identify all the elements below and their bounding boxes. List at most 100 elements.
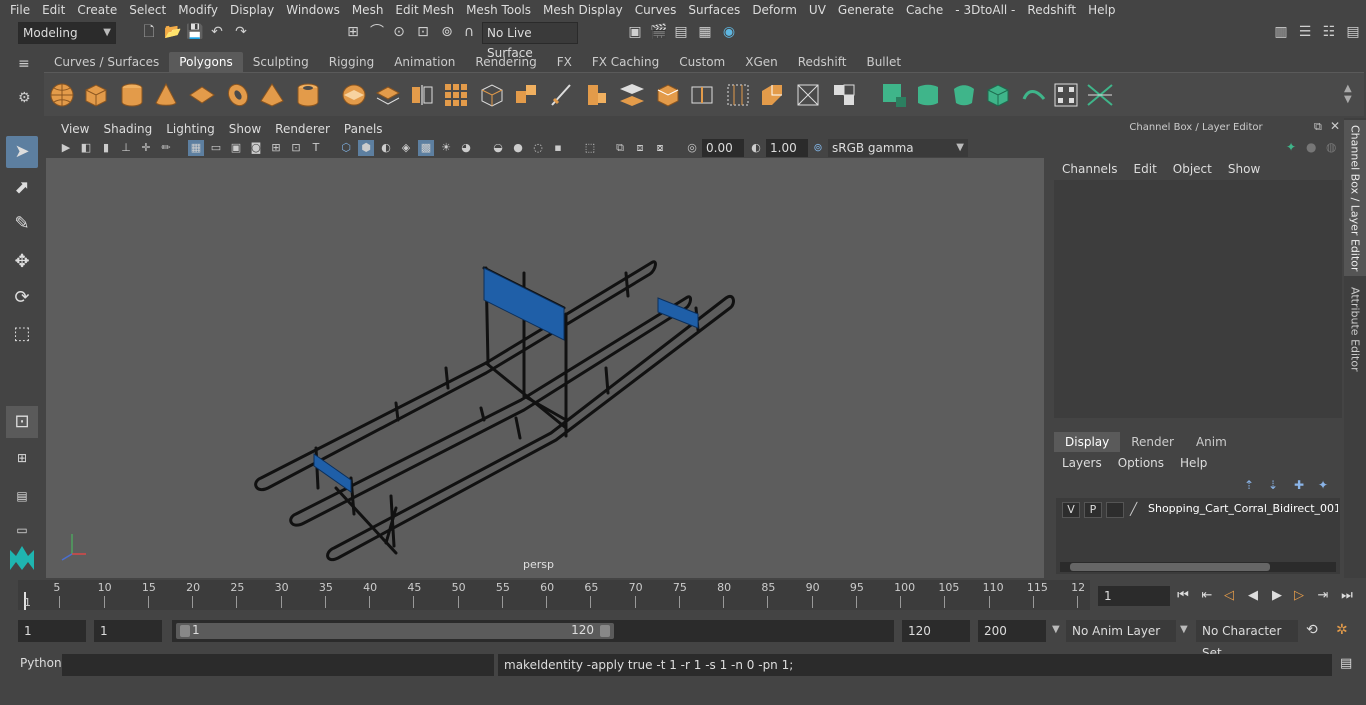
viewport-menu-lighting[interactable]: Lighting [159, 122, 222, 136]
magnet-icon[interactable]: ∩ [460, 23, 478, 41]
viewport-menu-renderer[interactable]: Renderer [268, 122, 337, 136]
merge-icon[interactable] [830, 81, 858, 109]
poly-plane-icon[interactable] [188, 81, 216, 109]
layers-menu[interactable]: Layers [1054, 454, 1110, 472]
camera-attributes-icon[interactable]: ◧ [78, 140, 94, 156]
chevron-down-icon[interactable]: ▼ [1052, 624, 1060, 635]
menu-edit[interactable]: Edit [36, 0, 71, 20]
workspace-dropdown[interactable]: Modeling ▼ [18, 22, 116, 44]
separate-icon[interactable] [374, 81, 402, 109]
tab-animation[interactable]: Animation [384, 52, 465, 72]
move-layer-up-icon[interactable]: ⇡ [1244, 478, 1254, 492]
step-back-key-icon[interactable]: ⇤ [1198, 588, 1216, 604]
viewport-menu-shading[interactable]: Shading [96, 122, 159, 136]
anti-aliasing-icon[interactable]: ◌ [530, 140, 546, 156]
character-set-dropdown[interactable]: No Character Set [1196, 620, 1298, 660]
poly-pyramid-icon[interactable] [258, 81, 286, 109]
menu-generate[interactable]: Generate [832, 0, 900, 20]
manipulator-icon[interactable]: ✦ [1286, 140, 1296, 154]
hyper-icon[interactable]: ◍ [1326, 140, 1336, 154]
new-scene-icon[interactable]: 🗋 [140, 23, 158, 41]
bridge-icon[interactable] [618, 81, 646, 109]
modeling-toolkit-icon[interactable]: ▥ [1272, 23, 1290, 41]
menu-windows[interactable]: Windows [280, 0, 346, 20]
layer-visibility-toggle[interactable]: V [1062, 502, 1080, 518]
menu-surfaces[interactable]: Surfaces [682, 0, 746, 20]
multi-cut-icon[interactable] [548, 81, 576, 109]
gate-mask-icon[interactable]: ◙ [248, 140, 264, 156]
reduce-icon[interactable] [478, 81, 506, 109]
viewport-menu-panels[interactable]: Panels [337, 122, 390, 136]
menu-file[interactable]: File [4, 0, 36, 20]
tab-bullet[interactable]: Bullet [856, 52, 911, 72]
menu-modify[interactable]: Modify [172, 0, 224, 20]
ipr-render-icon[interactable]: ▤ [672, 23, 690, 41]
exposure-icon[interactable]: ◎ [684, 140, 700, 156]
color-management-icon[interactable]: ⊚ [810, 140, 826, 156]
shelf-settings-icon[interactable]: ⚙ [18, 90, 31, 106]
select-tool-icon[interactable]: ➤ [6, 136, 38, 168]
play-forwards-icon[interactable]: ▶ [1268, 588, 1286, 604]
tab-attribute-editor[interactable]: Attribute Editor [1344, 284, 1366, 374]
step-forward-key-icon[interactable]: ⇥ [1314, 588, 1332, 604]
channel-box-icon[interactable]: ▤ [1344, 23, 1362, 41]
new-layer-selected-icon[interactable]: ✦ [1318, 478, 1328, 492]
poly-cylinder-icon[interactable] [118, 81, 146, 109]
new-layer-icon[interactable]: ✚ [1294, 478, 1304, 492]
wireframe-icon[interactable]: ⬡ [338, 140, 354, 156]
script-editor-icon[interactable]: ▤ [1340, 656, 1352, 671]
redo-icon[interactable]: ↷ [232, 23, 250, 41]
poly-cone-icon[interactable] [152, 81, 180, 109]
open-scene-icon[interactable]: 📂 [164, 23, 182, 41]
safe-title-icon[interactable]: T [308, 140, 324, 156]
menu-3dtoall[interactable]: - 3DtoAll - [949, 0, 1021, 20]
film-gate-icon[interactable]: ▭ [208, 140, 224, 156]
menu-redshift[interactable]: Redshift [1021, 0, 1082, 20]
gamma-icon[interactable]: ◐ [748, 140, 764, 156]
outliner-layout-icon[interactable]: ▤ [6, 480, 38, 512]
rotate-tool-icon[interactable]: ⟳ [6, 282, 38, 314]
tab-sculpting[interactable]: Sculpting [243, 52, 319, 72]
resolution-gate-icon[interactable]: ▣ [228, 140, 244, 156]
tab-custom[interactable]: Custom [669, 52, 735, 72]
menu-mesh-display[interactable]: Mesh Display [537, 0, 629, 20]
layer-name[interactable]: Shopping_Cart_Corral_Bidirect_001_la [1148, 502, 1338, 515]
anim-layer-dropdown[interactable]: No Anim Layer [1066, 620, 1176, 642]
move-tool-icon[interactable]: ✥ [6, 246, 38, 278]
move-layer-down-icon[interactable]: ⇣ [1268, 478, 1278, 492]
camera-icon[interactable]: ▶ [58, 140, 74, 156]
menu-edit-mesh[interactable]: Edit Mesh [389, 0, 460, 20]
channel-object-menu[interactable]: Object [1165, 160, 1220, 178]
playback-end-field[interactable]: 120 [902, 620, 970, 642]
time-slider[interactable]: 5 10 15 20 25 30 35 40 45 50 55 60 65 70 75 80 85 90 95 100… [18, 580, 1090, 610]
poly-torus-icon[interactable] [224, 81, 252, 109]
depth-of-field-icon[interactable]: ▪ [550, 140, 566, 156]
live-surface-field[interactable]: No Live Surface [482, 22, 578, 60]
shelf-scroll-icon[interactable]: ▲ ▼ [1344, 83, 1352, 105]
command-input[interactable] [62, 654, 494, 676]
animation-preferences-icon[interactable]: ✲ [1336, 622, 1348, 638]
menu-create[interactable]: Create [71, 0, 123, 20]
xray-joints-icon[interactable]: ⧈ [632, 140, 648, 156]
go-to-end-icon[interactable]: ⏭ [1338, 588, 1356, 604]
attribute-editor-icon[interactable]: ☰ [1296, 23, 1314, 41]
current-frame-field[interactable]: 1 [1098, 586, 1170, 606]
use-all-lights-icon[interactable]: ☀ [438, 140, 454, 156]
poly-sphere-icon[interactable] [48, 81, 76, 109]
snap-view-icon[interactable]: ⊡ [414, 23, 432, 41]
save-scene-icon[interactable]: 💾 [186, 23, 204, 41]
tab-polygons[interactable]: Polygons [169, 52, 243, 72]
step-back-frame-icon[interactable]: ◁ [1220, 588, 1238, 604]
hypershade-icon[interactable]: ◉ [720, 23, 738, 41]
motion-blur-icon[interactable]: ● [510, 140, 526, 156]
smooth-icon[interactable] [442, 81, 470, 109]
uv-planar-icon[interactable] [880, 81, 908, 109]
snap-surface-icon[interactable]: ⊚ [438, 23, 456, 41]
field-chart-icon[interactable]: ⊞ [268, 140, 284, 156]
mirror-icon[interactable] [408, 81, 436, 109]
scale-tool-icon[interactable]: ⬚ [6, 318, 38, 350]
layer-scrollbar[interactable] [1060, 562, 1336, 572]
menu-select[interactable]: Select [123, 0, 172, 20]
options-menu[interactable]: Options [1110, 454, 1172, 472]
help-menu[interactable]: Help [1172, 454, 1215, 472]
